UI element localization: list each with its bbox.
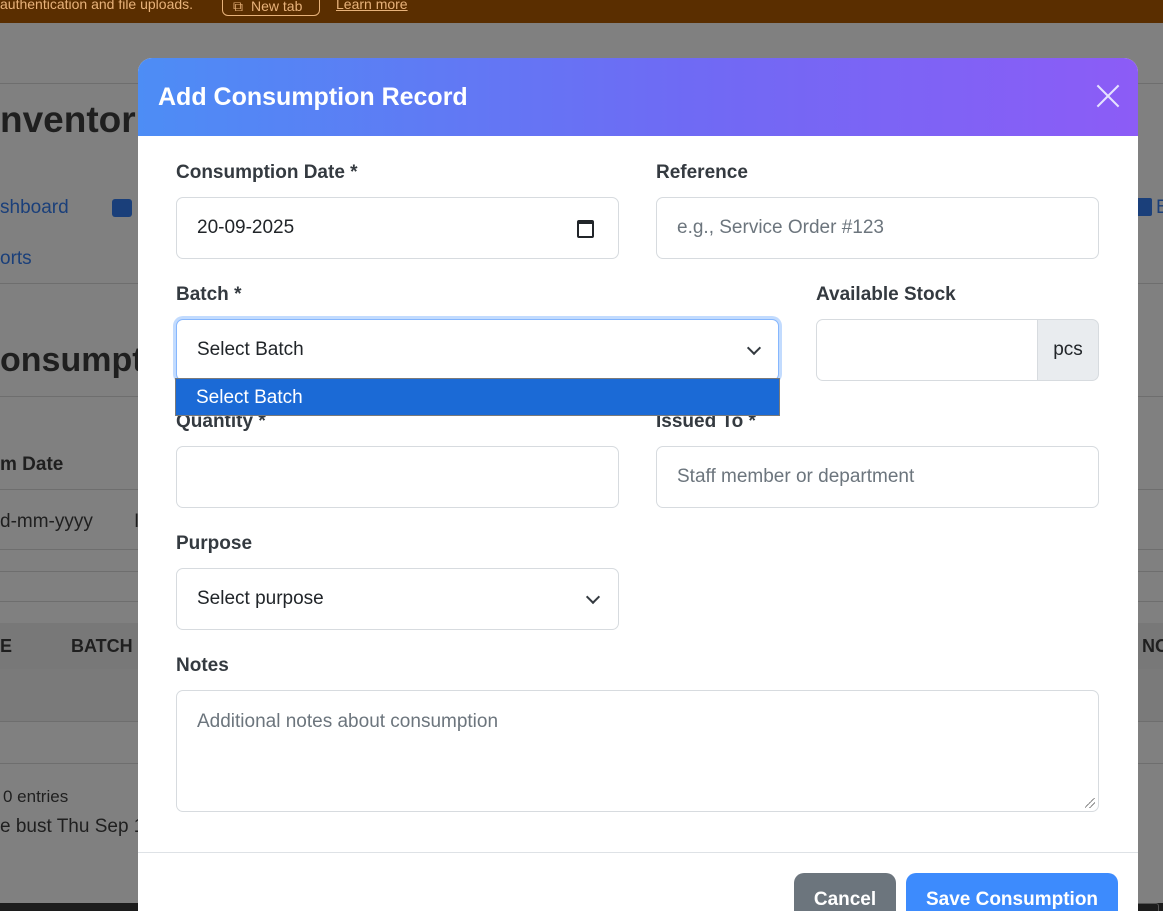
new-tab-label: New tab xyxy=(251,0,303,14)
stock-unit-addon: pcs xyxy=(1037,319,1099,381)
purpose-select-value: Select purpose xyxy=(197,588,324,609)
building-icon xyxy=(1136,198,1152,216)
filter-date-input[interactable]: d-mm-yyyy xyxy=(0,511,93,533)
banner-text: authentication and file uploads. xyxy=(0,0,194,12)
filter-label: m Date xyxy=(0,454,64,475)
table-header-no: NO xyxy=(1142,636,1163,656)
notes-label: Notes xyxy=(176,655,229,676)
batch-select-value: Select Batch xyxy=(197,339,304,360)
modal-header: Add Consumption Record xyxy=(138,58,1138,136)
batch-dropdown-list: Select Batch xyxy=(175,378,780,416)
cache-info: e bust Thu Sep 1 xyxy=(0,816,145,837)
cancel-button[interactable]: Cancel xyxy=(794,873,896,911)
available-stock-label: Available Stock xyxy=(816,284,956,305)
nav-link-b[interactable]: B xyxy=(1156,197,1163,219)
batch-label: Batch * xyxy=(176,284,242,305)
notice-banner: authentication and file uploads. ⧉ New ta… xyxy=(0,0,1163,23)
external-link-icon: ⧉ xyxy=(233,0,243,14)
reference-input[interactable]: e.g., Service Order #123 xyxy=(656,197,1099,259)
add-consumption-modal: Add Consumption Record Consumption Date … xyxy=(138,58,1138,911)
consumption-date-input[interactable]: 20-09-2025 xyxy=(176,197,619,259)
available-stock-input xyxy=(816,319,1038,381)
save-consumption-button[interactable]: Save Consumption xyxy=(906,873,1118,911)
notes-placeholder: Additional notes about consumption xyxy=(197,711,499,732)
consumption-date-value: 20-09-2025 xyxy=(197,217,295,238)
purpose-label: Purpose xyxy=(176,533,253,554)
app-title: nventor xyxy=(0,99,136,140)
modal-title: Add Consumption Record xyxy=(158,83,468,111)
table-header-batch: BATCH xyxy=(71,636,133,656)
resize-handle-icon[interactable] xyxy=(1085,798,1095,808)
purpose-select[interactable]: Select purpose xyxy=(176,568,619,630)
batch-option-select-batch[interactable]: Select Batch xyxy=(176,379,779,415)
chevron-down-icon xyxy=(746,340,762,356)
notes-textarea[interactable]: Additional notes about consumption xyxy=(176,690,1099,812)
nav-link-reports[interactable]: orts xyxy=(0,248,32,270)
quantity-input[interactable] xyxy=(176,446,619,508)
table-header-e: E xyxy=(0,636,13,656)
chevron-down-icon xyxy=(585,589,601,605)
batch-select[interactable]: Select Batch xyxy=(176,319,779,381)
consumption-date-label: Consumption Date * xyxy=(176,162,358,183)
issued-to-input[interactable]: Staff member or department xyxy=(656,446,1099,508)
calendar-icon[interactable] xyxy=(577,220,594,238)
reference-label: Reference xyxy=(656,162,748,183)
learn-more-link[interactable]: Learn more xyxy=(336,0,408,12)
entries-info: 0 entries xyxy=(3,787,69,806)
page-heading: onsumpt xyxy=(0,341,144,379)
inventory-icon xyxy=(112,199,132,217)
modal-footer-divider xyxy=(138,852,1138,853)
close-icon[interactable] xyxy=(1094,82,1122,110)
new-tab-button[interactable]: ⧉ New tab xyxy=(222,0,320,16)
nav-link-dashboard[interactable]: shboard xyxy=(0,197,69,219)
